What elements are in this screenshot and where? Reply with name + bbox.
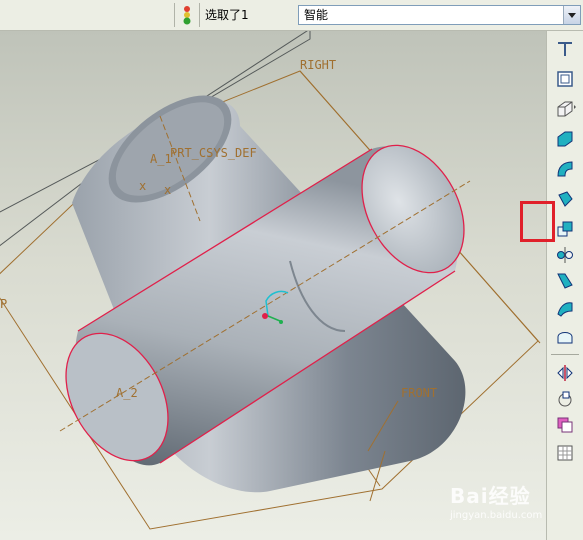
rotate-copy-icon[interactable] (553, 388, 577, 410)
revolve-icon[interactable] (553, 128, 577, 150)
feature-toolbar (546, 31, 583, 540)
watermark: Bai经验 jingyan.baidu.com (450, 480, 560, 530)
status-light-icon (183, 6, 191, 25)
watermark-brand: Bai经验 (450, 484, 531, 508)
draft-icon[interactable] (553, 270, 577, 292)
datum-curve-sketch-icon[interactable] (553, 38, 577, 60)
pattern-icon[interactable] (553, 244, 577, 266)
boundary-blend-icon[interactable] (553, 298, 577, 320)
chevron-down-icon[interactable] (563, 6, 580, 24)
svg-text:x: x (139, 179, 146, 193)
toolbar-separator (551, 354, 579, 355)
merge-icon[interactable] (553, 414, 577, 436)
selection-count-text: 选取了1 (205, 8, 249, 22)
blend-icon[interactable] (553, 188, 577, 210)
watermark-url: jingyan.baidu.com (450, 510, 543, 521)
model-graphics: x x (0, 31, 541, 530)
model-viewport[interactable]: x x RIGHT PRT_CSYS_DEF A_1 A_2 FRONT P (0, 31, 546, 540)
sweep-icon[interactable] (553, 158, 577, 180)
toolbar-separator (174, 3, 175, 27)
selection-filter-value: 智能 (304, 8, 329, 22)
mirror-icon[interactable] (553, 362, 577, 384)
datum-plane-icon[interactable] (553, 68, 577, 90)
status-toolbar: 选取了1 智能 (0, 0, 583, 31)
tool-highlight-box (520, 201, 555, 242)
extrude-icon[interactable] (553, 98, 577, 120)
selection-filter-select[interactable]: 智能 (298, 5, 581, 25)
offset-icon[interactable] (553, 218, 577, 240)
svg-text:x: x (164, 183, 171, 197)
grid-icon[interactable] (553, 442, 577, 464)
toolbar-separator (199, 3, 200, 27)
fill-icon[interactable] (553, 326, 577, 348)
